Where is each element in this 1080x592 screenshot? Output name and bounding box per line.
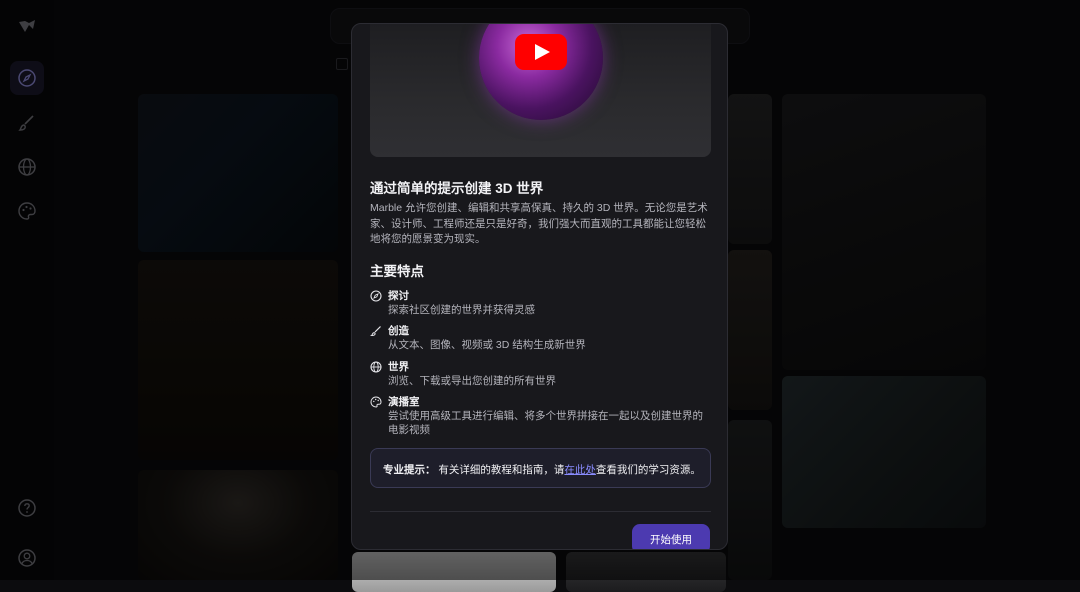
pro-tip-box: 专业提示： 有关详细的教程和指南，请在此处查看我们的学习资源。 [370, 448, 711, 488]
feature-title: 探讨 [388, 290, 409, 302]
modal-description: Marble 允许您创建、编辑和共享高保真、持久的 3D 世界。无论您是艺术家、… [370, 202, 708, 245]
get-started-button[interactable]: 开始使用 [632, 524, 710, 549]
feature-desc: 从文本、图像、视频或 3D 结构生成新世界 [388, 339, 586, 351]
features-heading: 主要特点 [370, 264, 424, 279]
feature-desc: 尝试使用高级工具进行编辑、将多个世界拼接在一起以及创建世界的电影视频 [388, 410, 703, 436]
intro-video[interactable] [370, 24, 711, 157]
feature-desc: 探索社区创建的世界并获得灵感 [388, 304, 535, 316]
feature-desc: 浏览、下载或导出您创建的所有世界 [388, 375, 556, 387]
divider [370, 511, 711, 512]
palette-icon [370, 395, 382, 408]
compass-icon [370, 289, 382, 302]
globe-icon [370, 360, 382, 373]
feature-title: 演播室 [388, 396, 420, 408]
youtube-play-icon[interactable] [515, 34, 567, 70]
learning-resources-link[interactable]: 在此处 [564, 464, 596, 476]
pro-tip-text-end: 查看我们的学习资源。 [595, 464, 701, 476]
pro-tip-label: 专业提示： [383, 464, 436, 476]
brush-icon [369, 324, 382, 337]
pro-tip-text: 有关详细的教程和指南，请 [438, 464, 565, 476]
feature-title: 世界 [388, 361, 409, 373]
feature-title: 创造 [388, 325, 409, 337]
modal-title: 通过简单的提示创建 3D 世界 [370, 181, 544, 196]
onboarding-modal: 通过简单的提示创建 3D 世界 Marble 允许您创建、编辑和共享高保真、持久… [351, 23, 728, 550]
